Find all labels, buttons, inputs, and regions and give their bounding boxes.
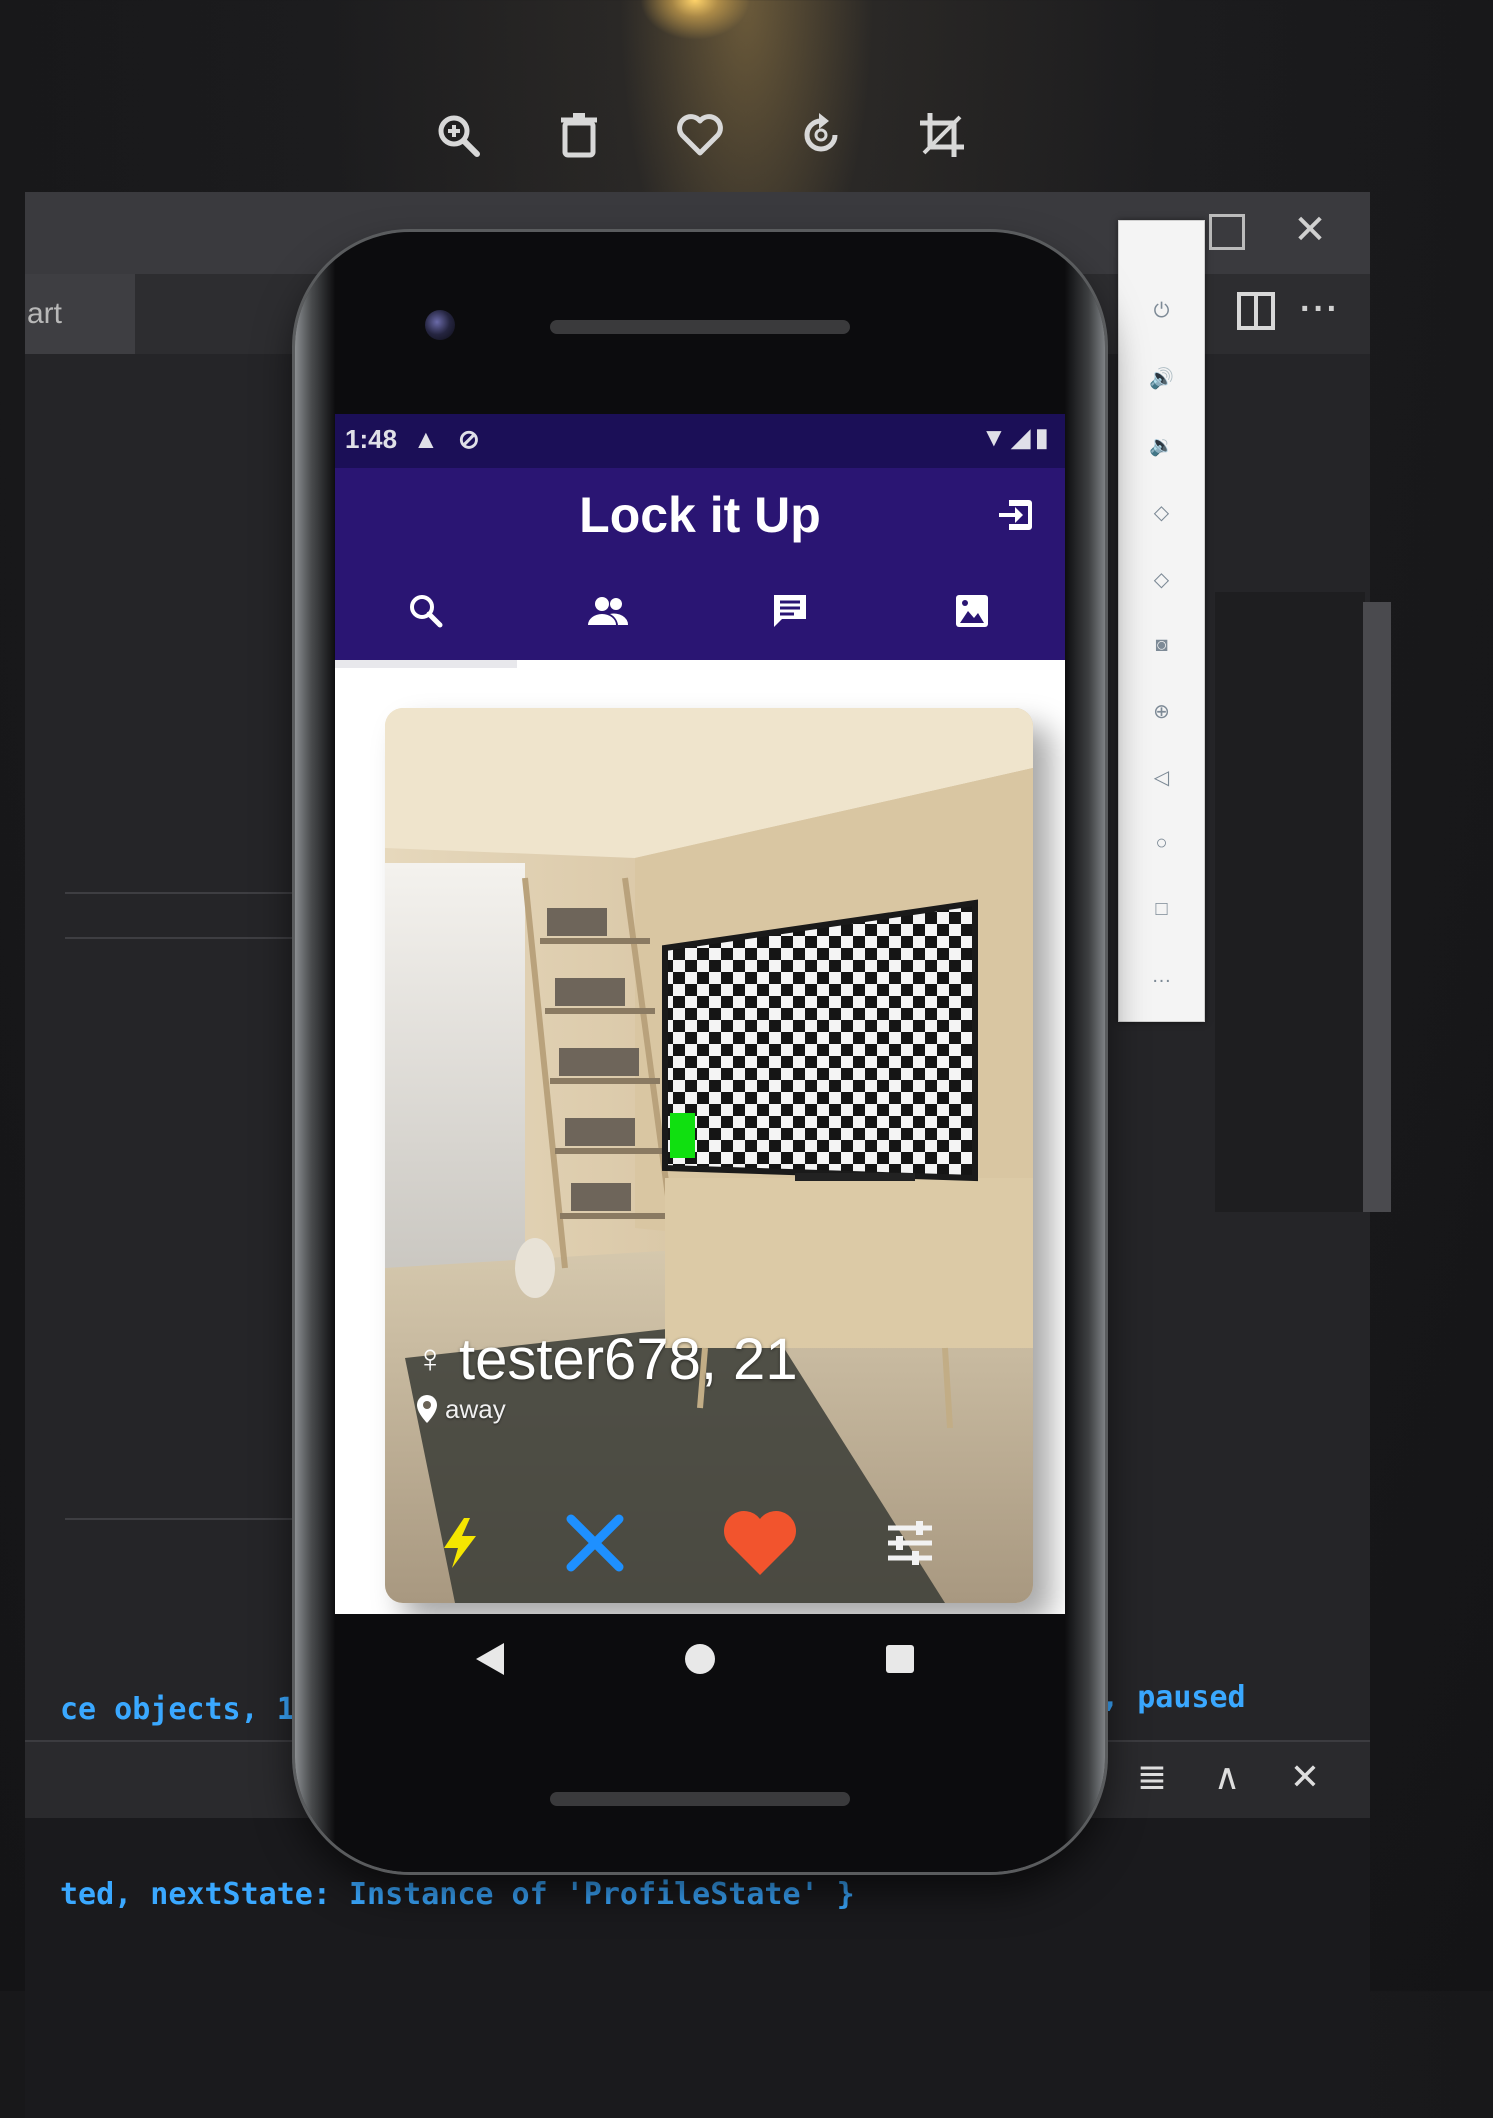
close-panel-button[interactable]: ✕	[1283, 1757, 1327, 1797]
chat-icon	[774, 595, 806, 627]
ceiling-light-glare	[640, 0, 750, 40]
zoom-in-icon[interactable]	[430, 107, 486, 163]
profile-card[interactable]: ♀ tester678, 21 away	[385, 708, 1033, 1603]
android-navigation-bar	[335, 1614, 1065, 1704]
bottom-speaker	[550, 1792, 850, 1806]
back-icon[interactable]: ◁	[1119, 757, 1204, 797]
collapse-panel-button[interactable]: ∧	[1205, 1757, 1249, 1797]
camera-icon[interactable]: ◙	[1119, 625, 1204, 665]
discover-content: ♀ tester678, 21 away	[335, 668, 1065, 1614]
notification-icons: ▲ ⊘	[413, 424, 486, 454]
home-nav-button[interactable]	[675, 1634, 725, 1684]
tab-search[interactable]	[335, 562, 517, 660]
code-editor-area[interactable]	[1215, 592, 1365, 1212]
profile-status: away	[445, 1393, 506, 1424]
android-phone-emulator: 1:48 ▲ ⊘ ▼◢▮ Lock it Up ♀ tester678, 21 …	[295, 232, 1105, 1872]
window-restore-icon[interactable]	[1209, 214, 1245, 250]
filters-icon	[888, 1521, 932, 1565]
emulator-controls-sidebar: ⏻ 🔊 🔉 ◇ ◇ ◙ ⊕ ◁ ○ □ …	[1118, 220, 1205, 1022]
zoom-icon[interactable]: ⊕	[1119, 691, 1204, 731]
front-camera	[425, 310, 455, 340]
rotate-right-icon[interactable]: ◇	[1119, 559, 1204, 599]
location-pin-icon	[417, 1395, 437, 1423]
rotate-left-icon[interactable]: ◇	[1119, 492, 1204, 532]
status-time: 1:48	[345, 424, 398, 454]
split-editor-icon[interactable]	[1237, 292, 1275, 330]
editor-tab[interactable]: art	[25, 274, 137, 354]
overview-icon[interactable]: □	[1119, 889, 1204, 929]
trash-icon[interactable]	[551, 107, 607, 163]
power-icon[interactable]: ⏻	[1119, 291, 1204, 331]
people-icon	[588, 597, 629, 625]
editor-scrollbar[interactable]	[1363, 602, 1391, 1212]
like-heart-icon	[724, 1511, 796, 1575]
profile-name-age: tester678, 21	[459, 1327, 798, 1392]
boost-button[interactable]	[415, 1498, 505, 1588]
volume-up-icon[interactable]: 🔊	[1119, 358, 1204, 398]
earpiece-speaker	[550, 320, 850, 334]
tab-bar	[335, 562, 1065, 660]
back-triangle-icon	[476, 1643, 504, 1675]
signal-battery-icons: ▼◢▮	[980, 422, 1053, 452]
like-button[interactable]	[715, 1498, 805, 1588]
crop-icon[interactable]	[914, 107, 970, 163]
tab-people[interactable]	[517, 562, 699, 660]
app-bar: Lock it Up	[335, 468, 1065, 562]
search-icon	[410, 595, 443, 628]
female-gender-icon: ♀	[415, 1337, 445, 1381]
dislike-button[interactable]	[550, 1498, 640, 1588]
tab-selected-indicator	[335, 660, 517, 668]
more-icon[interactable]: …	[1119, 956, 1204, 996]
home-icon[interactable]: ○	[1119, 823, 1204, 863]
back-nav-button[interactable]	[465, 1634, 515, 1684]
overview-nav-button[interactable]	[875, 1634, 925, 1684]
image-icon	[956, 595, 988, 627]
volume-down-icon[interactable]: 🔉	[1119, 425, 1204, 465]
dislike-x-icon	[566, 1514, 624, 1572]
overview-square-icon	[886, 1645, 914, 1673]
console-line: ted, nextState: Instance of 'ProfileStat…	[60, 1877, 855, 1912]
profile-status-row: away	[415, 1393, 506, 1425]
more-actions-button[interactable]: ···	[1300, 290, 1340, 329]
flash-icon	[444, 1518, 476, 1568]
profile-photo	[385, 708, 1033, 1603]
rotate-icon[interactable]	[793, 107, 849, 163]
heart-outline-icon[interactable]	[672, 107, 728, 163]
window-close-button[interactable]: ✕	[1290, 210, 1330, 250]
clear-console-button[interactable]: ≣	[1130, 1757, 1174, 1797]
tab-gallery[interactable]	[881, 562, 1063, 660]
tab-chat[interactable]	[699, 562, 881, 660]
console-line: ce objects, 11	[60, 1692, 313, 1727]
app-title: Lock it Up	[579, 487, 821, 543]
card-action-bar	[385, 1498, 1033, 1588]
phone-screen: 1:48 ▲ ⊘ ▼◢▮ Lock it Up ♀ tester678, 21 …	[335, 414, 1065, 1614]
photo-viewer-toolbar	[430, 100, 970, 170]
status-bar: 1:48 ▲ ⊘ ▼◢▮	[335, 414, 1065, 468]
home-circle-icon	[685, 1644, 715, 1674]
profile-name-row: ♀ tester678, 21	[415, 1326, 798, 1393]
filters-button[interactable]	[865, 1498, 955, 1588]
logout-icon[interactable]	[995, 494, 1037, 536]
